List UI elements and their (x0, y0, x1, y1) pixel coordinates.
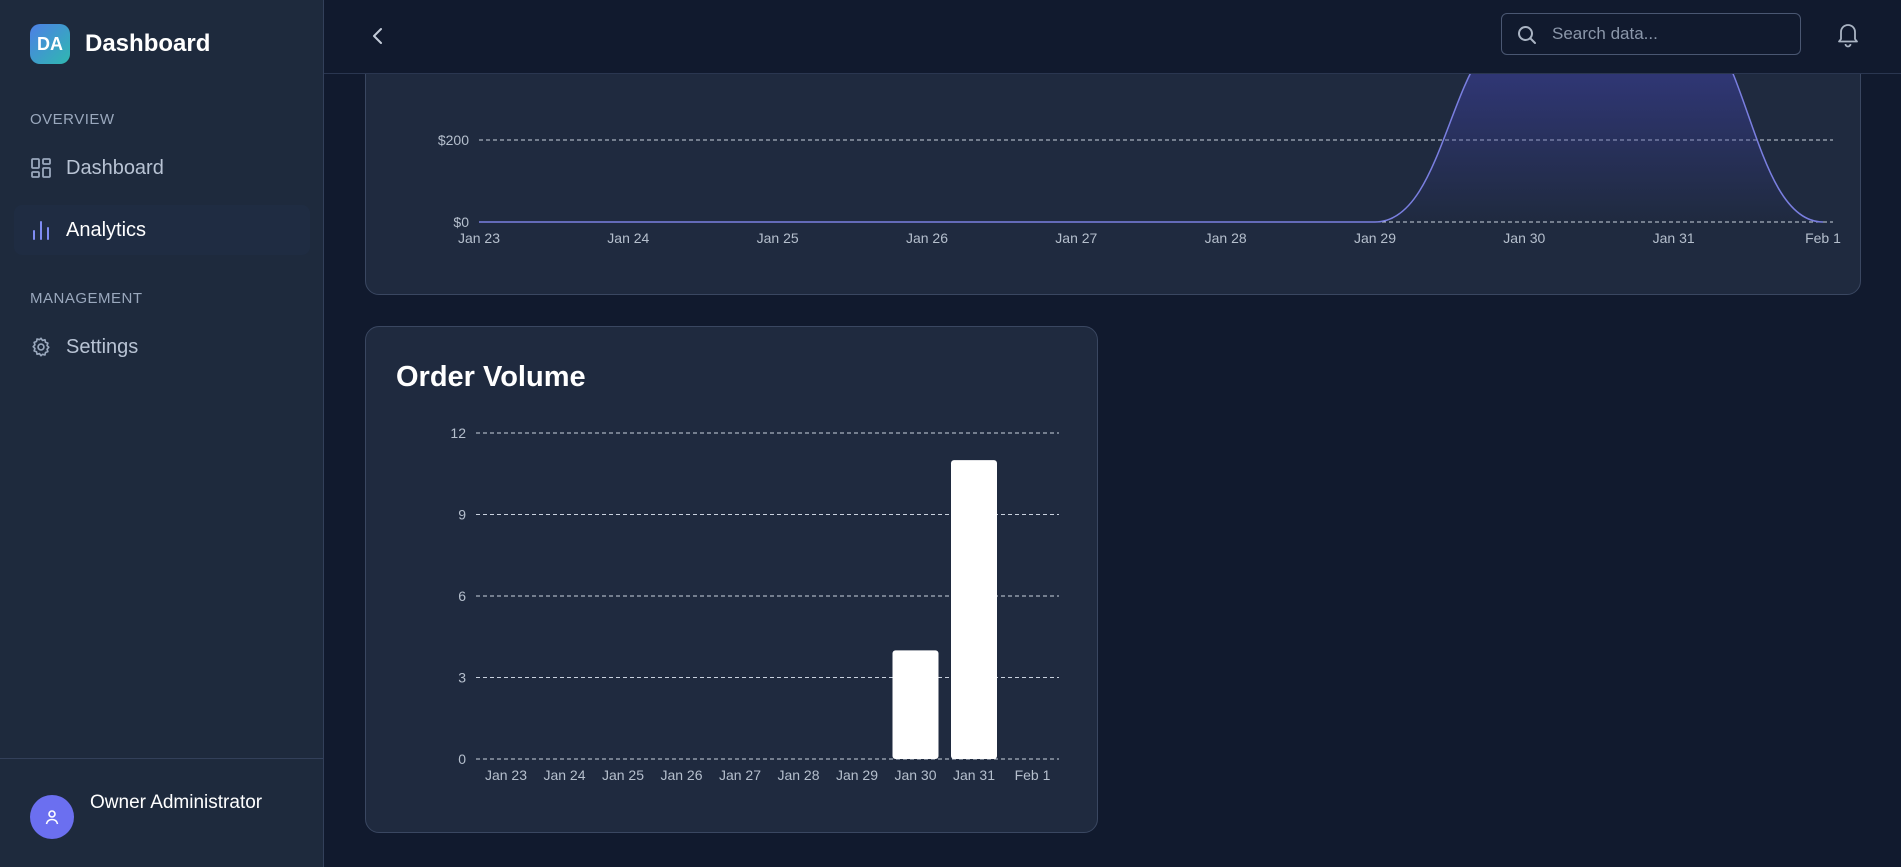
x-tick-label: Jan 23 (485, 767, 527, 783)
user-profile[interactable]: Owner Administrator (0, 758, 324, 867)
x-tick-label: Jan 30 (894, 767, 936, 783)
x-tick-label: Jan 29 (1354, 230, 1396, 246)
x-tick-label: Jan 25 (602, 767, 644, 783)
x-tick-label: Feb 1 (1015, 767, 1051, 783)
x-tick-label: Jan 24 (543, 767, 585, 783)
section-label-overview: OVERVIEW (30, 111, 115, 128)
x-tick-label: Jan 28 (1205, 230, 1247, 246)
x-tick-label: Jan 27 (1055, 230, 1097, 246)
x-tick-label: Jan 24 (607, 230, 649, 246)
x-tick-label: Jan 31 (953, 767, 995, 783)
top-bar (324, 0, 1901, 74)
bar (892, 650, 939, 759)
y-tick-label: 0 (458, 751, 466, 767)
search-box[interactable] (1501, 13, 1801, 55)
x-tick-label: Jan 26 (660, 767, 702, 783)
brand-logo: DA (30, 24, 70, 64)
x-tick-label: Jan 23 (458, 230, 500, 246)
chevron-left-icon[interactable] (364, 22, 392, 50)
x-tick-label: Jan 25 (757, 230, 799, 246)
y-tick-label: 9 (458, 507, 466, 523)
sidebar-item-analytics[interactable]: Analytics (14, 205, 310, 255)
sidebar-item-dashboard[interactable]: Dashboard (14, 143, 310, 193)
x-tick-label: Jan 27 (719, 767, 761, 783)
sidebar: DA Dashboard OVERVIEW Dashboard Analytic… (0, 0, 324, 867)
bar-chart-icon (30, 219, 52, 241)
y-tick-label: $0 (453, 214, 469, 230)
gear-icon (30, 336, 52, 358)
x-tick-label: Jan 30 (1503, 230, 1545, 246)
x-tick-label: Jan 29 (836, 767, 878, 783)
sidebar-item-label: Analytics (66, 218, 147, 241)
section-label-management: MANAGEMENT (30, 290, 143, 307)
x-tick-label: Jan 31 (1653, 230, 1695, 246)
y-tick-label: $200 (438, 132, 469, 148)
grid-icon (30, 157, 52, 179)
x-tick-label: Feb 1 (1805, 230, 1841, 246)
brand-name: Dashboard (85, 30, 211, 57)
x-tick-label: Jan 28 (777, 767, 819, 783)
user-icon (45, 810, 59, 825)
order-volume-card: Order Volume 0 3 6 9 12 Jan 23 Jan 24 Jan 25 Jan… (365, 326, 1098, 833)
avatar (30, 795, 74, 839)
x-tick-label: Jan 26 (906, 230, 948, 246)
search-input[interactable] (1552, 14, 1792, 54)
bar (951, 460, 997, 759)
sidebar-item-label: Dashboard (66, 156, 164, 179)
brand[interactable]: DA Dashboard (30, 24, 210, 64)
sidebar-item-settings[interactable]: Settings (14, 322, 310, 372)
bell-icon[interactable] (1835, 20, 1861, 48)
user-name: Owner Administrator (90, 792, 263, 813)
y-tick-label: 3 (458, 670, 466, 686)
sidebar-item-label: Settings (66, 335, 139, 358)
y-tick-label: 12 (450, 425, 466, 441)
search-icon (1516, 24, 1538, 46)
order-volume-bar-chart: 0 3 6 9 12 Jan 23 Jan 24 Jan 25 Jan 26 Jan 27 Jan … (450, 425, 1059, 783)
y-tick-label: 6 (458, 588, 466, 604)
